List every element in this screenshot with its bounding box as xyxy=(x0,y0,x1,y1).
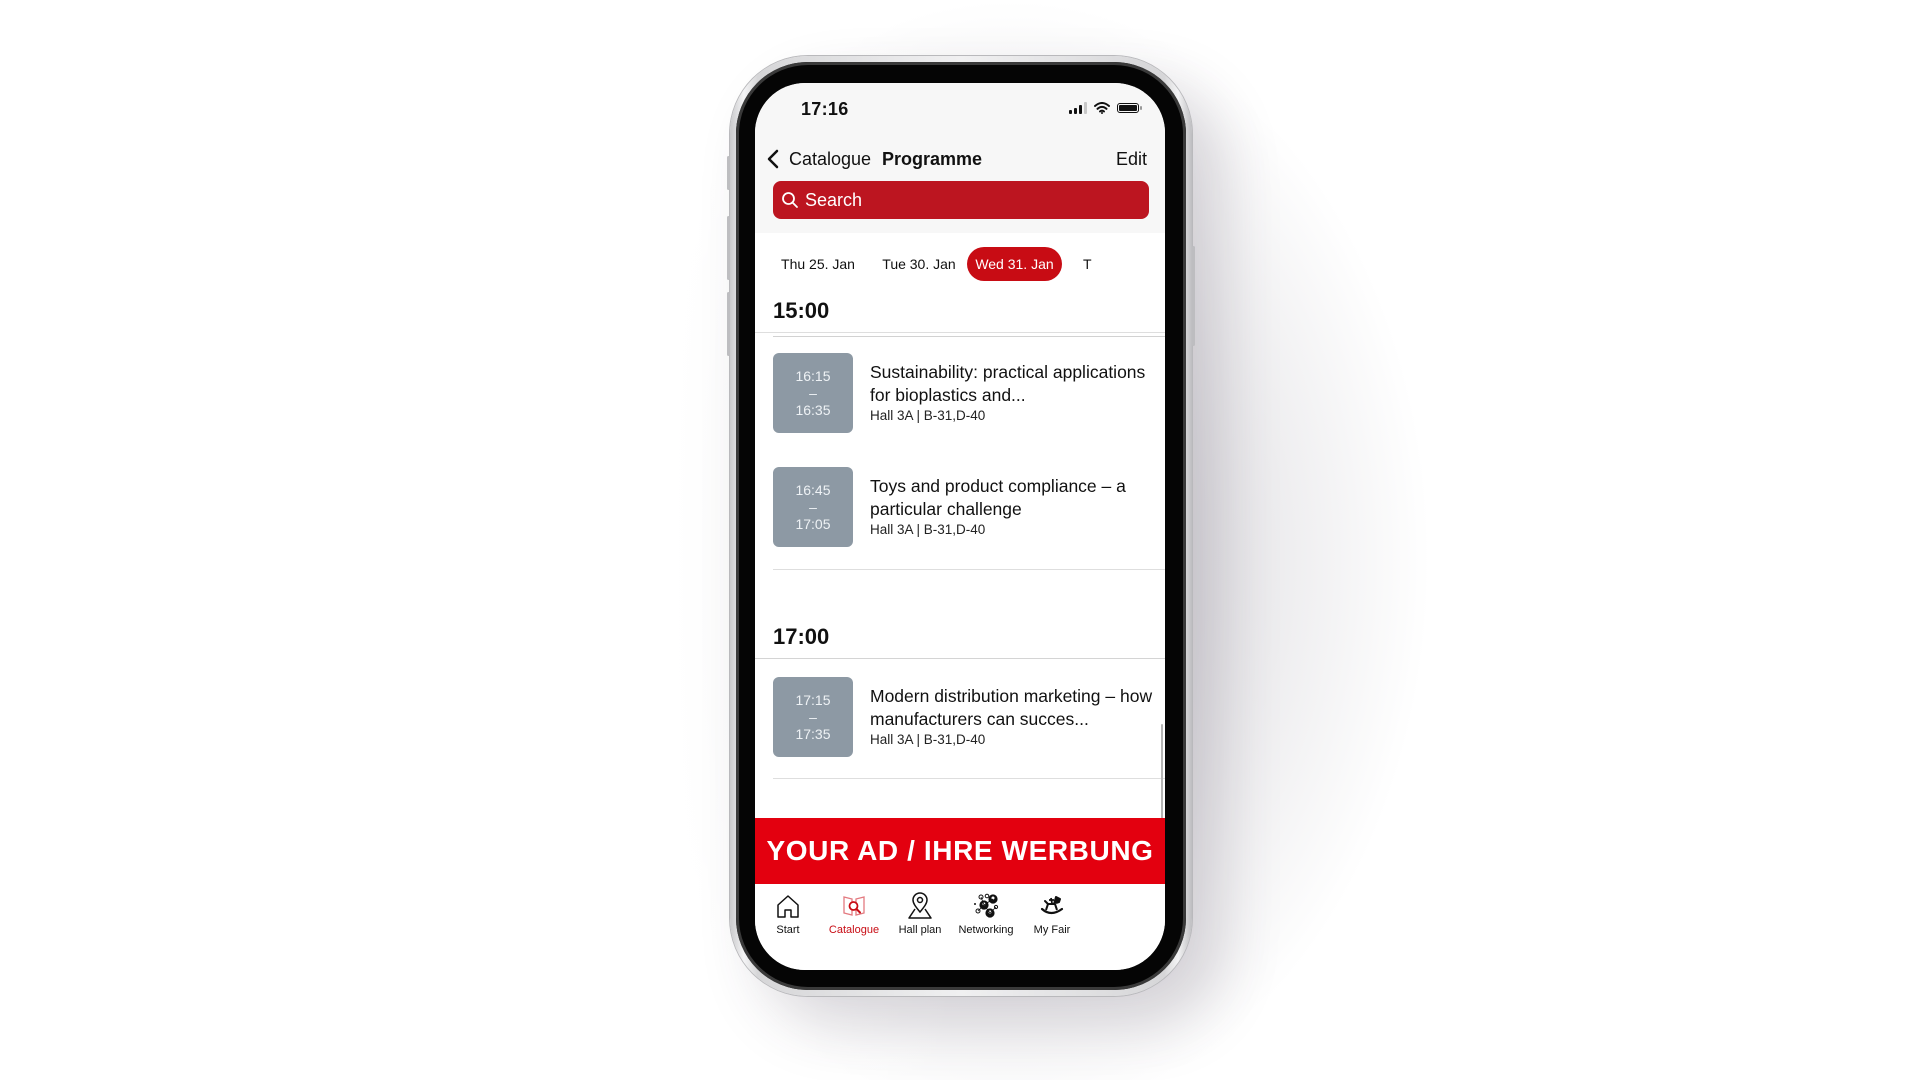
tab-label: My Fair xyxy=(1033,924,1071,936)
event-time-box: 17:15 – 17:35 xyxy=(773,677,853,757)
mute-switch xyxy=(727,156,730,190)
date-tab-tue-30-jan[interactable]: Tue 30. Jan xyxy=(873,247,965,281)
event-start-time: 17:15 xyxy=(795,691,831,708)
tab-bar: Start Catalogue Hall plan Networking My … xyxy=(755,884,1165,970)
time-separator: – xyxy=(809,708,817,725)
back-button[interactable]: Catalogue xyxy=(789,149,871,170)
page-title: Programme xyxy=(882,149,983,169)
edit-button[interactable]: Edit xyxy=(1116,149,1147,170)
event-location: Hall 3A | B-31,D-40 xyxy=(870,732,986,747)
event-item[interactable]: 16:45 – 17:05 Toys and product complianc… xyxy=(773,467,1165,547)
event-title: Sustainability: practical applications f… xyxy=(870,362,1146,405)
battery-icon xyxy=(1117,103,1142,113)
search-input[interactable] xyxy=(805,189,1105,211)
search-bar[interactable] xyxy=(773,181,1149,219)
list-divider xyxy=(773,569,1165,570)
wifi-icon xyxy=(1094,102,1110,114)
section-divider xyxy=(755,332,1165,333)
phone-bezel: 17:16 Catalogue Programme Edit Search Th… xyxy=(736,62,1186,990)
status-time: 17:16 xyxy=(801,99,849,119)
rocking-horse-icon xyxy=(1011,890,1093,922)
section-heading: 17:00 xyxy=(773,624,830,649)
status-icons xyxy=(1069,102,1142,114)
navigation-bar: Catalogue Programme Edit xyxy=(755,145,1165,175)
event-title: Toys and product compliance – a particul… xyxy=(870,476,1126,519)
time-separator: – xyxy=(809,498,817,515)
tab-my-fair[interactable]: My Fair xyxy=(1011,890,1093,936)
event-end-time: 16:35 xyxy=(795,401,831,418)
power-button xyxy=(1192,246,1195,346)
section-divider-inset xyxy=(773,336,1165,337)
back-chevron-icon[interactable] xyxy=(767,149,779,169)
volume-up-button xyxy=(727,216,730,280)
event-end-time: 17:35 xyxy=(795,725,831,742)
date-tab-thu-25-jan[interactable]: Thu 25. Jan xyxy=(773,247,863,281)
section-heading: 15:00 xyxy=(773,298,830,323)
time-separator: – xyxy=(809,384,817,401)
event-item[interactable]: 17:15 – 17:35 Modern distribution market… xyxy=(773,677,1165,757)
list-divider xyxy=(773,778,1165,779)
event-location: Hall 3A | B-31,D-40 xyxy=(870,522,986,537)
event-time-box: 16:15 – 16:35 xyxy=(773,353,853,433)
event-location: Hall 3A | B-31,D-40 xyxy=(870,408,986,423)
date-tab-next[interactable]: T xyxy=(1083,247,1097,281)
search-icon xyxy=(781,191,799,209)
ad-banner[interactable]: YOUR AD / IHRE WERBUNG xyxy=(755,818,1165,884)
event-start-time: 16:45 xyxy=(795,481,831,498)
cellular-signal-icon xyxy=(1069,102,1087,114)
event-title: Modern distribution marketing – how manu… xyxy=(870,686,1153,729)
date-tab-wed-31-jan[interactable]: Wed 31. Jan xyxy=(967,247,1062,281)
phone-screen: 17:16 Catalogue Programme Edit Search Th… xyxy=(755,83,1165,970)
scrollbar[interactable] xyxy=(1161,724,1163,819)
event-start-time: 16:15 xyxy=(795,367,831,384)
volume-down-button xyxy=(727,292,730,356)
top-bar: 17:16 Catalogue Programme Edit Search xyxy=(755,83,1165,233)
event-time-box: 16:45 – 17:05 xyxy=(773,467,853,547)
date-tabs: Thu 25. Jan Tue 30. Jan Wed 31. Jan T xyxy=(755,233,1165,285)
section-divider xyxy=(755,658,1165,659)
event-end-time: 17:05 xyxy=(795,515,831,532)
event-item[interactable]: 16:15 – 16:35 Sustainability: practical … xyxy=(773,353,1165,433)
phone-frame: 17:16 Catalogue Programme Edit Search Th… xyxy=(727,56,1195,996)
